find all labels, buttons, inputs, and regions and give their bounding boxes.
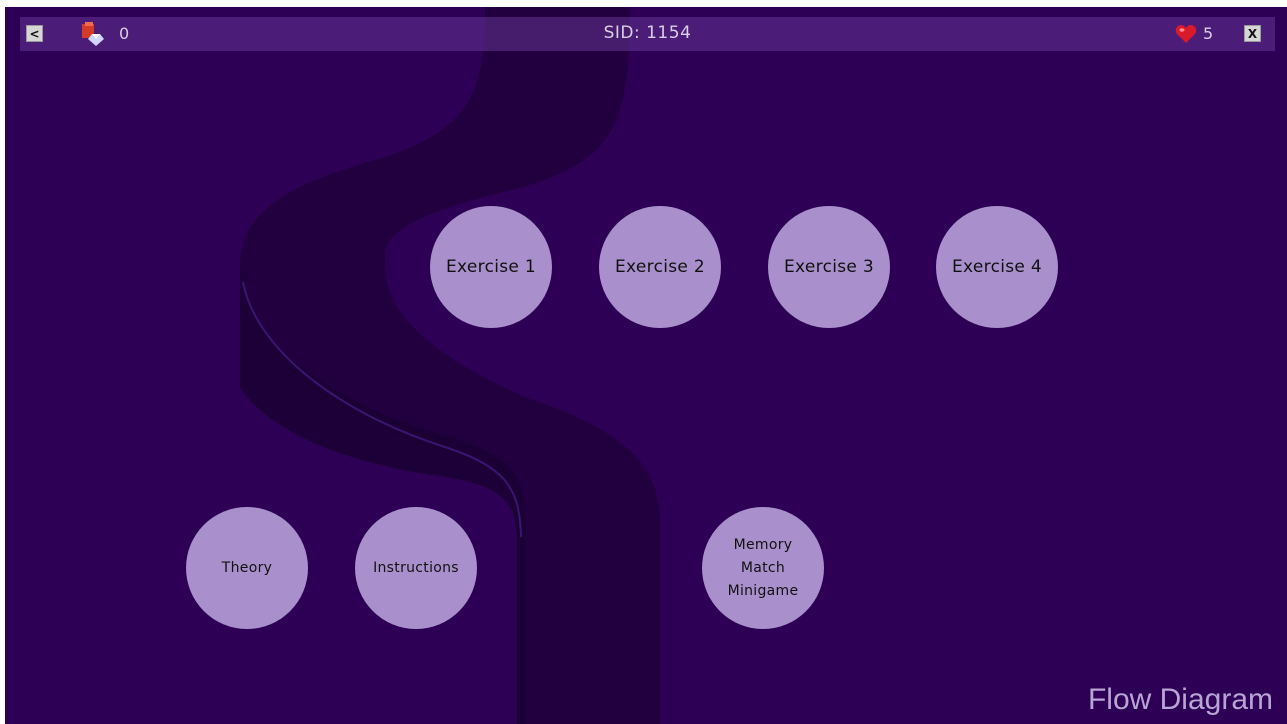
exercise-1-node[interactable]: Exercise 1 <box>430 206 552 328</box>
memory-match-minigame-label: Memory Match Minigame <box>727 536 799 599</box>
close-button[interactable]: X <box>1244 25 1261 42</box>
flow-diagram-label: Flow Diagram <box>1087 683 1273 716</box>
heart-icon <box>1175 25 1197 43</box>
exercise-3-node[interactable]: Exercise 3 <box>768 206 890 328</box>
exercise-2-label: Exercise 2 <box>615 257 705 277</box>
game-stage: < 0 SID: 1154 5 X Exercise 1 Exercise 2 … <box>5 7 1287 724</box>
top-bar: < 0 SID: 1154 5 X <box>20 17 1275 51</box>
lives-count: 5 <box>1203 24 1214 43</box>
memory-match-minigame-node[interactable]: Memory Match Minigame <box>702 507 824 629</box>
exercise-1-label: Exercise 1 <box>446 257 536 277</box>
theory-node[interactable]: Theory <box>186 507 308 629</box>
instructions-node[interactable]: Instructions <box>355 507 477 629</box>
exercise-3-label: Exercise 3 <box>784 257 874 277</box>
instructions-label: Instructions <box>373 559 459 576</box>
session-id-label: SID: 1154 <box>603 23 692 43</box>
theory-label: Theory <box>221 559 273 576</box>
winding-path-decoration <box>240 7 660 724</box>
exercise-2-node[interactable]: Exercise 2 <box>599 206 721 328</box>
exercise-4-node[interactable]: Exercise 4 <box>936 206 1058 328</box>
exercise-4-label: Exercise 4 <box>952 257 1042 277</box>
